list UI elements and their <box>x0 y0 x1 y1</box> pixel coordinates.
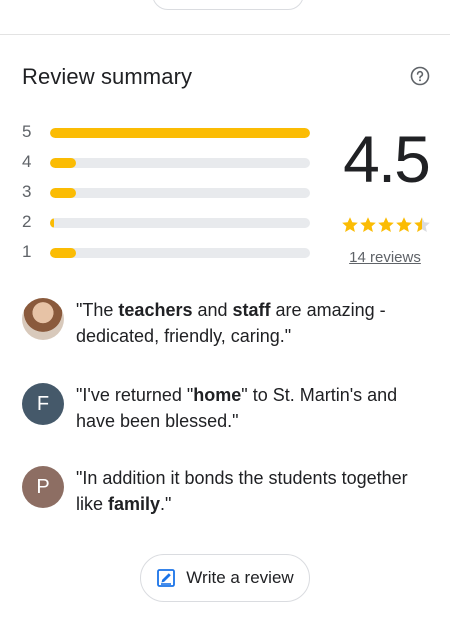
snippet-fragment: ." <box>160 494 172 514</box>
average-rating: 4.5 <box>343 122 431 196</box>
top-button-partial[interactable] <box>152 0 304 10</box>
reviewer-avatar: P <box>22 466 64 508</box>
rating-bar-row: 5 <box>22 122 322 152</box>
rating-bar-track <box>50 248 310 258</box>
highlighted-keyword: home <box>193 385 242 405</box>
review-count-link[interactable]: 14 reviews <box>330 249 440 266</box>
rating-bar-row: 1 <box>22 242 322 272</box>
reviewer-avatar: F <box>22 383 64 425</box>
rating-bar-fill <box>50 158 76 168</box>
reviewer-avatar-photo <box>22 298 64 340</box>
section-divider <box>0 34 450 35</box>
rating-bar-fill <box>50 128 310 138</box>
snippet-fragment: "The <box>76 300 119 320</box>
star-icon <box>360 217 376 232</box>
rating-bar-fill <box>50 218 54 228</box>
rating-bar-track <box>50 128 310 138</box>
review-snippet-text: "The teachers and staff are amazing - de… <box>76 297 436 349</box>
star-icon <box>378 217 394 232</box>
write-review-button[interactable]: Write a review <box>140 554 310 602</box>
rating-bar-fill <box>50 248 76 258</box>
help-icon[interactable] <box>410 66 430 86</box>
rating-bar-track <box>50 158 310 168</box>
snippet-fragment: and <box>192 300 233 320</box>
rating-bar-track <box>50 218 310 228</box>
rating-bar-row: 2 <box>22 212 322 242</box>
rating-bar-label: 5 <box>22 122 32 141</box>
star-icon <box>342 217 358 232</box>
rating-bar-label: 3 <box>22 182 32 201</box>
highlighted-keyword: family <box>108 494 161 514</box>
rating-bar-label: 4 <box>22 152 32 171</box>
rating-bar-track <box>50 188 310 198</box>
rating-bar-label: 1 <box>22 242 32 261</box>
star-icon <box>414 217 430 232</box>
star-rating <box>340 216 432 234</box>
rating-distribution: 5 4 3 2 1 <box>22 122 322 272</box>
snippet-fragment: "I've returned " <box>76 385 194 405</box>
highlighted-keyword: staff <box>232 300 271 320</box>
rating-bar-row: 3 <box>22 182 322 212</box>
write-review-label: Write a review <box>186 568 294 587</box>
section-title: Review summary <box>22 64 193 89</box>
rating-bar-label: 2 <box>22 212 32 231</box>
rating-bar-row: 4 <box>22 152 322 182</box>
review-snippet-text: "In addition it bonds the students toget… <box>76 465 436 517</box>
edit-icon <box>157 569 176 587</box>
rating-bar-fill <box>50 188 76 198</box>
star-icon <box>396 217 412 232</box>
highlighted-keyword: teachers <box>118 300 193 320</box>
review-snippet-text: "I've returned "home" to St. Martin's an… <box>76 382 436 434</box>
